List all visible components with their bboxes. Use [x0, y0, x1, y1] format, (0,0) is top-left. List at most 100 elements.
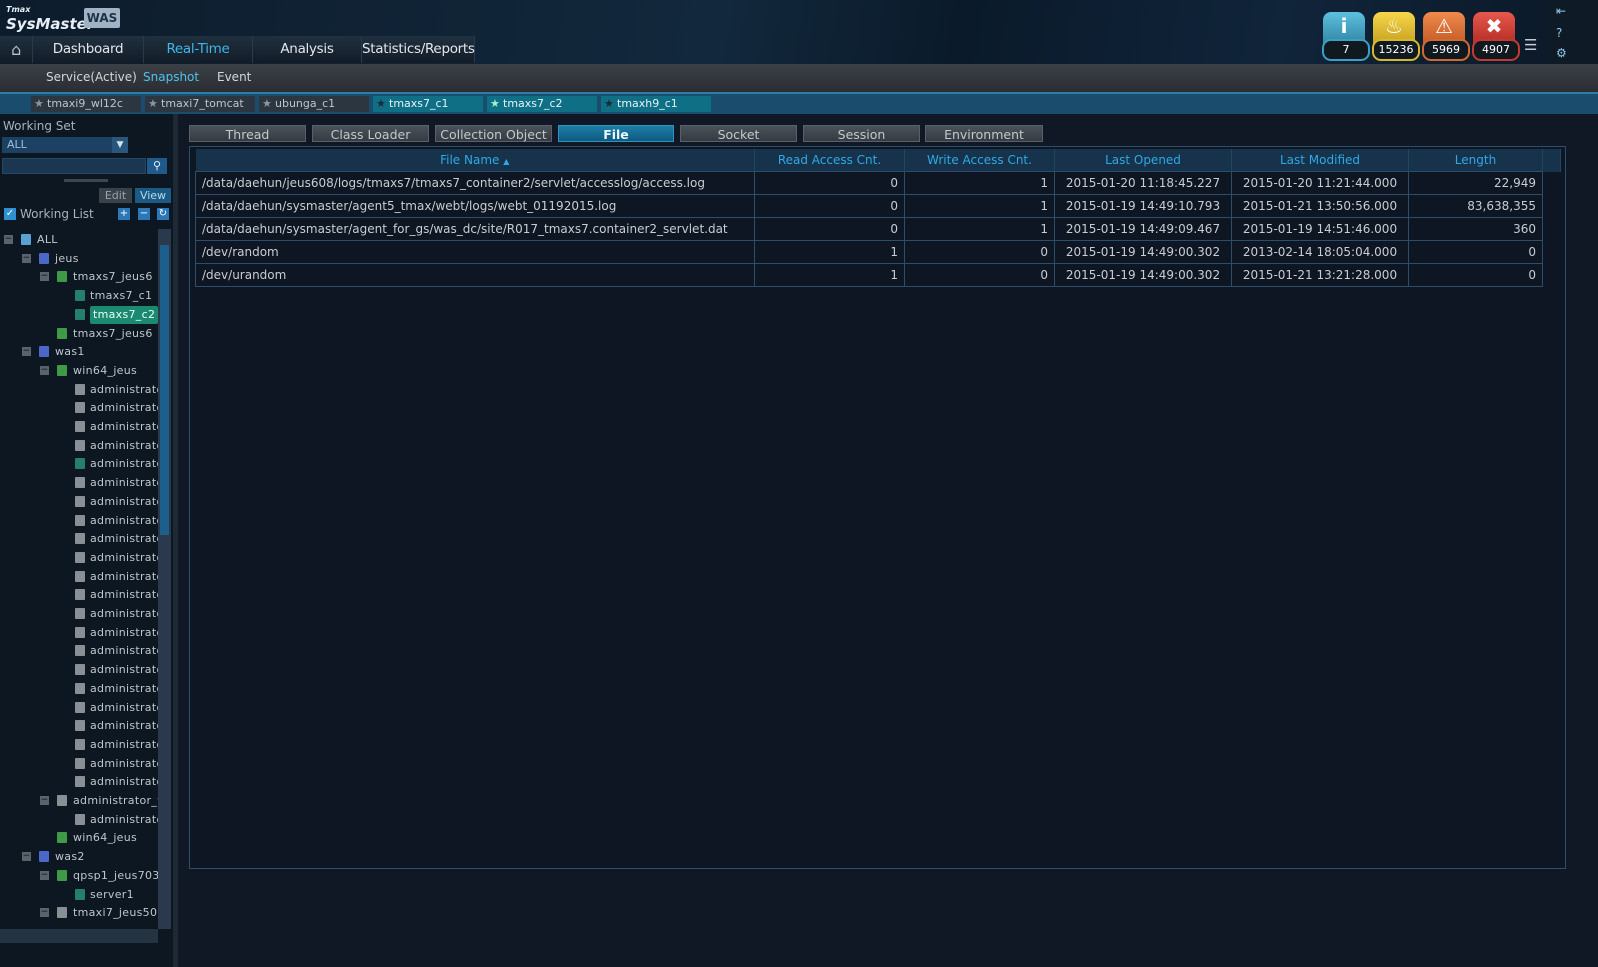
tree-node[interactable]: administrato — [0, 736, 158, 754]
menu-icon[interactable]: ☰ — [1524, 36, 1537, 54]
nav-dashboard[interactable]: Dashboard — [33, 36, 144, 63]
working-list-checkbox[interactable]: ✓ — [4, 208, 16, 220]
tree-node[interactable]: administrato — [0, 680, 158, 698]
tab-socket[interactable]: Socket — [680, 125, 797, 142]
remove-icon[interactable]: − — [138, 208, 150, 220]
tree-node-selected[interactable]: tmaxs7_c2 — [0, 305, 158, 324]
warning-alert-button[interactable]: ⚠ 5969 — [1422, 12, 1470, 61]
nav-real-time-analysis[interactable]: Real-Time Analysis — [144, 36, 253, 84]
server-tab[interactable]: ★ tmaxi9_wl12c — [31, 96, 141, 112]
star-icon[interactable]: ★ — [490, 96, 500, 112]
tab-thread[interactable]: Thread — [189, 125, 306, 142]
star-icon[interactable]: ★ — [148, 96, 158, 112]
star-icon[interactable]: ★ — [604, 96, 614, 112]
tree-node[interactable]: − administrator_w — [0, 792, 158, 810]
collapse-toggle-icon[interactable]: − — [40, 870, 49, 880]
gear-icon[interactable]: ⚙ — [1556, 46, 1567, 60]
search-input[interactable] — [2, 158, 146, 174]
collapse-toggle-icon[interactable]: − — [22, 253, 31, 263]
notice-alert-button[interactable]: ♨ 15236 — [1372, 12, 1420, 61]
column-header-file-name[interactable]: File Name ▲ — [195, 149, 755, 172]
tree-node[interactable]: administrato — [0, 624, 158, 642]
tree-node[interactable]: tmaxs7_jeus6 — [0, 325, 158, 343]
column-header-last-modified[interactable]: Last Modified — [1231, 149, 1409, 172]
column-header-write-access[interactable]: Write Access Cnt. — [904, 149, 1055, 172]
tree-node[interactable]: administrato — [0, 493, 158, 511]
tree-node[interactable]: administrato — [0, 474, 158, 492]
tree-node[interactable]: administrato — [0, 755, 158, 773]
nav-analysis[interactable]: Analysis — [253, 36, 362, 63]
tree-node[interactable]: administrato — [0, 717, 158, 735]
server-tab[interactable]: ★ ubunga_c1 — [259, 96, 369, 112]
refresh-icon[interactable]: ↻ — [157, 208, 169, 220]
star-icon[interactable]: ★ — [34, 96, 44, 112]
collapse-toggle-icon[interactable]: − — [40, 272, 49, 282]
tree-node[interactable]: administrato — [0, 549, 158, 567]
collapse-toggle-icon[interactable]: − — [22, 852, 31, 862]
view-button[interactable]: View — [135, 188, 171, 203]
collapse-toggle-icon[interactable]: − — [40, 796, 49, 805]
working-set-select[interactable]: ALL — [2, 137, 128, 153]
tree-node[interactable]: administrato — [0, 455, 158, 473]
tree-node[interactable]: − was1 — [0, 343, 158, 361]
tree-node[interactable]: win64_jeus — [0, 829, 158, 847]
column-header-length[interactable]: Length — [1408, 149, 1543, 172]
tree-horizontal-scrollbar[interactable] — [0, 929, 158, 943]
tree-scrollbar-thumb[interactable] — [160, 245, 169, 535]
server-tab[interactable]: ★ tmaxi7_tomcat — [145, 96, 255, 112]
table-row[interactable]: /data/daehun/sysmaster/agent_for_gs/was_… — [195, 217, 1561, 241]
subnav-service-active[interactable]: Service(Active) — [46, 70, 137, 84]
tab-session[interactable]: Session — [803, 125, 920, 142]
tab-class-loader[interactable]: Class Loader — [312, 125, 429, 142]
tree-node[interactable]: − qpsp1_jeus703 — [0, 867, 158, 885]
tree-node[interactable]: administrato — [0, 381, 158, 399]
table-row[interactable]: /dev/urandom 1 0 2015-01-19 14:49:00.302 201… — [195, 263, 1561, 287]
subnav-snapshot[interactable]: Snapshot — [143, 70, 199, 84]
tree-node[interactable]: server1 — [0, 886, 158, 904]
search-icon[interactable]: ⚲ — [147, 158, 167, 174]
tree-node[interactable]: − tmaxs7_jeus6 — [0, 268, 158, 286]
tree-node[interactable]: − jeus — [0, 250, 158, 268]
tree-node[interactable]: − tmaxi7_jeus50 — [0, 904, 158, 922]
collapse-toggle-icon[interactable]: − — [22, 347, 31, 357]
tab-file[interactable]: File — [558, 125, 674, 142]
collapse-toggle-icon[interactable]: − — [40, 365, 49, 375]
chevron-down-icon[interactable]: ▼ — [112, 137, 128, 153]
column-header-read-access[interactable]: Read Access Cnt. — [754, 149, 905, 172]
tree-node[interactable]: − win64_jeus — [0, 362, 158, 380]
tree-node[interactable]: administrato — [0, 811, 158, 829]
nav-statistics-reports[interactable]: Statistics/Reports — [362, 36, 475, 63]
tree-node[interactable]: administrato — [0, 437, 158, 455]
tree-node[interactable]: tmaxs7_c1 — [0, 287, 158, 305]
server-tab[interactable]: ★ tmaxh9_c1 — [601, 96, 711, 112]
tab-environment-variable[interactable]: Environment Variable — [925, 125, 1043, 159]
collapse-toggle-icon[interactable]: − — [4, 235, 13, 244]
tree-node[interactable]: administrato — [0, 605, 158, 623]
tree-node[interactable]: administrato — [0, 418, 158, 436]
collapse-icon[interactable]: ⇤ — [1556, 4, 1566, 18]
table-row[interactable]: /dev/random 1 0 2015-01-19 14:49:00.302 2013… — [195, 240, 1561, 264]
server-tab[interactable]: ★ tmaxs7_c1 — [373, 96, 483, 112]
tree-node[interactable]: administrato — [0, 530, 158, 548]
tab-collection-object[interactable]: Collection Object — [435, 125, 552, 142]
star-icon[interactable]: ★ — [376, 96, 386, 112]
tree-node[interactable]: administrato — [0, 586, 158, 604]
edit-button[interactable]: Edit — [99, 188, 132, 203]
tree-node[interactable]: administrato — [0, 399, 158, 417]
critical-alert-button[interactable]: ✖ 4907 — [1472, 12, 1520, 61]
tree-node[interactable]: administrato — [0, 773, 158, 791]
collapse-toggle-icon[interactable]: − — [40, 908, 49, 918]
help-icon[interactable]: ? — [1556, 26, 1562, 40]
column-header-last-opened[interactable]: Last Opened — [1054, 149, 1232, 172]
table-row[interactable]: /data/daehun/sysmaster/agent5_tmax/webt/… — [195, 194, 1561, 218]
table-row[interactable]: /data/daehun/jeus608/logs/tmaxs7/tmaxs7_… — [195, 171, 1561, 195]
tree-node[interactable]: − was2 — [0, 848, 158, 866]
home-icon[interactable]: ⌂ — [0, 36, 33, 63]
add-icon[interactable]: + — [118, 208, 130, 220]
tree-node[interactable]: administrato — [0, 642, 158, 660]
panel-splitter[interactable] — [64, 179, 108, 182]
tree-node[interactable]: administrato — [0, 568, 158, 586]
tree-node[interactable]: administrato — [0, 661, 158, 679]
tree-node[interactable]: administrato — [0, 512, 158, 530]
tree-node[interactable]: − ALL — [0, 231, 158, 249]
